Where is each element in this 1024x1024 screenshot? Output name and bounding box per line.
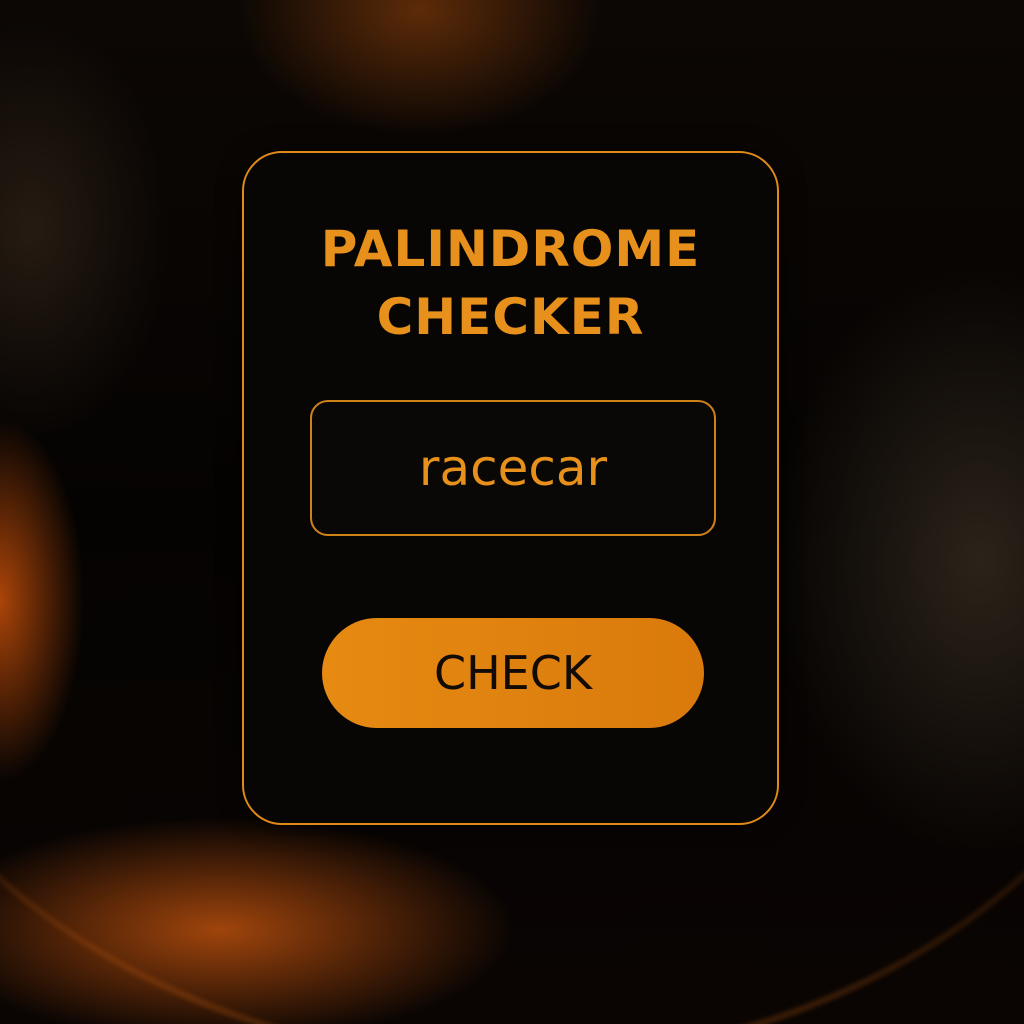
check-button[interactable]: CHECK bbox=[322, 618, 704, 728]
palindrome-input[interactable] bbox=[310, 400, 716, 536]
title-line-1: PALINDROME bbox=[320, 220, 701, 278]
palindrome-card: PALINDROME CHECKER CHECK bbox=[242, 151, 779, 825]
page-title: PALINDROME CHECKER bbox=[244, 215, 777, 351]
title-line-2: CHECKER bbox=[376, 288, 645, 346]
